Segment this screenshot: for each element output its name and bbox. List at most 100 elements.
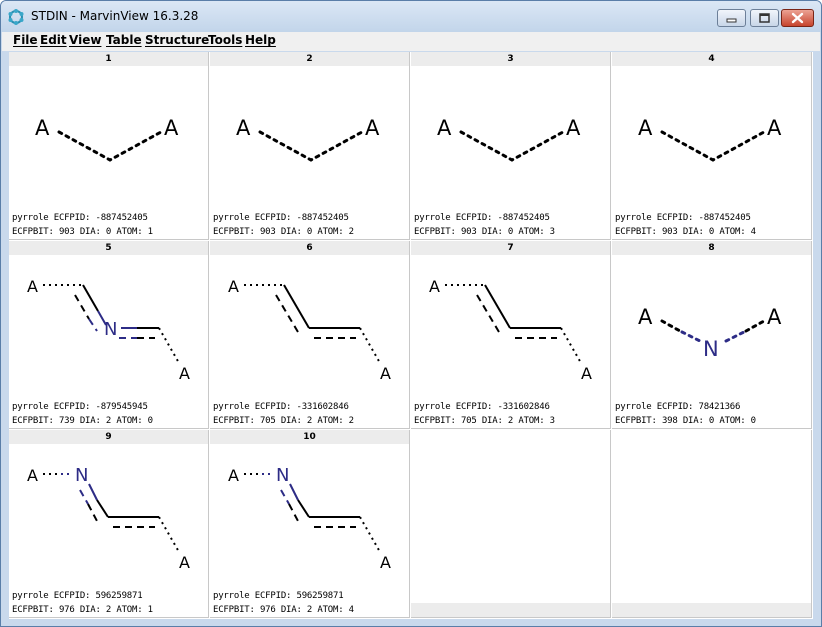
molecule-cell-8[interactable]: 8 A A N pyrrole ECFPID: 78421366 ECFPBIT… [612,241,812,429]
cell-line-2: ECFPBIT: 903 DIA: 0 ATOM: 1 [12,227,153,237]
cell-index: 1 [9,52,208,66]
title-bar[interactable]: STDIN - MarvinView 16.3.28 [1,1,821,32]
atom-label: A [638,305,653,329]
atom-label-nitrogen: N [276,465,289,486]
atom-label: A [581,364,592,383]
bond-dashed [74,294,90,320]
cell-line-1: pyrrole ECFPID: 78421366 [615,402,741,412]
window-bottom-border [2,619,821,626]
bond-single [96,499,109,518]
menu-table[interactable]: Table [106,33,142,47]
molecule-cell-9[interactable]: 9 A N A pyrrole ECFPID: 596259871 ECFPBI… [9,430,209,618]
molecule-cell-3[interactable]: 3 A A pyrrole ECFPID: -887452405 ECFPBIT… [411,52,611,240]
cell-line-1: pyrrole ECFPID: -887452405 [615,213,751,223]
molecule-cell-2[interactable]: 2 A A pyrrole ECFPID: -887452405 ECFPBIT… [210,52,410,240]
atom-label: A [380,364,391,383]
structure-drawing: A A [638,116,782,162]
molecule-cell-5[interactable]: 5 A N A pyrrole ECFPID: -879545945 ECFPB… [9,241,209,429]
cell-line-2: ECFPBIT: 705 DIA: 2 ATOM: 3 [414,416,555,426]
cell-line-2: ECFPBIT: 903 DIA: 0 ATOM: 4 [615,227,756,237]
atom-label: A [35,116,50,140]
menu-help[interactable]: Help [245,33,276,47]
bond-dashed [87,503,98,522]
empty-cell [411,430,611,618]
structure-drawing: A A [236,116,380,162]
cell-index: 9 [9,430,208,444]
cell-line-1: pyrrole ECFPID: -331602846 [213,402,349,412]
structure-drawing: A A [35,116,179,162]
menu-edit[interactable]: Edit [40,33,67,47]
atom-label: A [437,116,452,140]
close-button[interactable] [781,9,814,27]
bond-dotted [158,327,180,364]
atom-label: A [179,553,190,572]
bond-single [283,284,310,329]
atom-label: A [236,116,251,140]
atom-label: A [179,364,190,383]
molecule-cell-10[interactable]: 10 A N A pyrrole ECFPID: 596259871 ECFPB… [210,430,410,618]
atom-label: A [365,116,380,140]
minimize-button[interactable] [717,9,746,27]
structure-drawing: A N A [27,277,190,383]
molecule-cell-6[interactable]: 6 A A pyrrole ECFPID: -331602846 ECFPBIT… [210,241,410,429]
bond-dashed [288,503,299,522]
cell-line-2: ECFPBIT: 903 DIA: 0 ATOM: 2 [213,227,354,237]
bond-dotted [724,330,746,343]
molecule-cell-4[interactable]: 4 A A pyrrole ECFPID: -887452405 ECFPBIT… [612,52,812,240]
cell-line-1: pyrrole ECFPID: 596259871 [213,591,344,601]
bond-dotted [459,130,565,162]
menu-file[interactable]: File [13,33,38,47]
menu-view[interactable]: View [69,33,101,47]
atom-label-nitrogen: N [75,465,88,486]
close-icon [791,12,804,24]
cell-line-1: pyrrole ECFPID: -887452405 [12,213,148,223]
molecule-cell-1[interactable]: 1 A A pyrrole ECFPID: -887452405 ECFPBIT… [9,52,209,240]
bond-single [88,483,98,501]
cell-line-2: ECFPBIT: 903 DIA: 0 ATOM: 3 [414,227,555,237]
bond-dashed [275,294,299,333]
cell-index: 8 [612,241,811,255]
cell-line-1: pyrrole ECFPID: 596259871 [12,591,143,601]
structure-drawing: A A [437,116,581,162]
atom-label: A [767,305,782,329]
bond-dotted [680,330,702,343]
maximize-button[interactable] [750,9,779,27]
molecule-cell-7[interactable]: 7 A A pyrrole ECFPID: -331602846 ECFPBIT… [411,241,611,429]
cell-index: 4 [612,52,811,66]
menu-tools[interactable]: Tools [208,33,242,47]
app-window: STDIN - MarvinView 16.3.28 File Edit Vie… [0,0,822,627]
atom-label-nitrogen: N [104,319,117,340]
minimize-icon [726,18,737,23]
structure-drawing: A N A [228,465,391,572]
window-title: STDIN - MarvinView 16.3.28 [31,9,199,23]
atom-label-nitrogen: N [703,337,719,361]
bond-dotted [158,516,180,553]
structure-drawing: A N A [27,465,190,572]
bond-dashed [476,294,500,333]
structure-drawing: A A [228,277,391,383]
bond-dotted [359,516,381,553]
structure-drawing: A A [429,277,592,383]
bond-dashed [79,489,89,505]
atom-label: A [228,277,239,296]
atom-label: A [566,116,581,140]
cell-line-1: pyrrole ECFPID: -887452405 [414,213,550,223]
cell-line-2: ECFPBIT: 705 DIA: 2 ATOM: 2 [213,416,354,426]
bond-dashed [280,489,290,505]
cell-line-2: ECFPBIT: 976 DIA: 2 ATOM: 4 [213,605,354,615]
bond-dotted [744,319,766,333]
atom-label: A [27,277,38,296]
menu-structure[interactable]: Structure [145,33,209,47]
bond-dotted [57,130,163,162]
cell-index: 5 [9,241,208,255]
cell-index: 6 [210,241,409,255]
empty-cell-footer [411,603,610,617]
menu-bar: File Edit View Table Structure Tools Hel… [2,32,820,51]
bond-dotted [660,319,682,333]
bond-single [82,284,99,312]
atom-label: A [380,553,391,572]
atom-label: A [228,466,239,485]
bond-dotted [560,327,582,364]
bond-dotted [660,130,766,162]
bond-dotted [258,130,364,162]
